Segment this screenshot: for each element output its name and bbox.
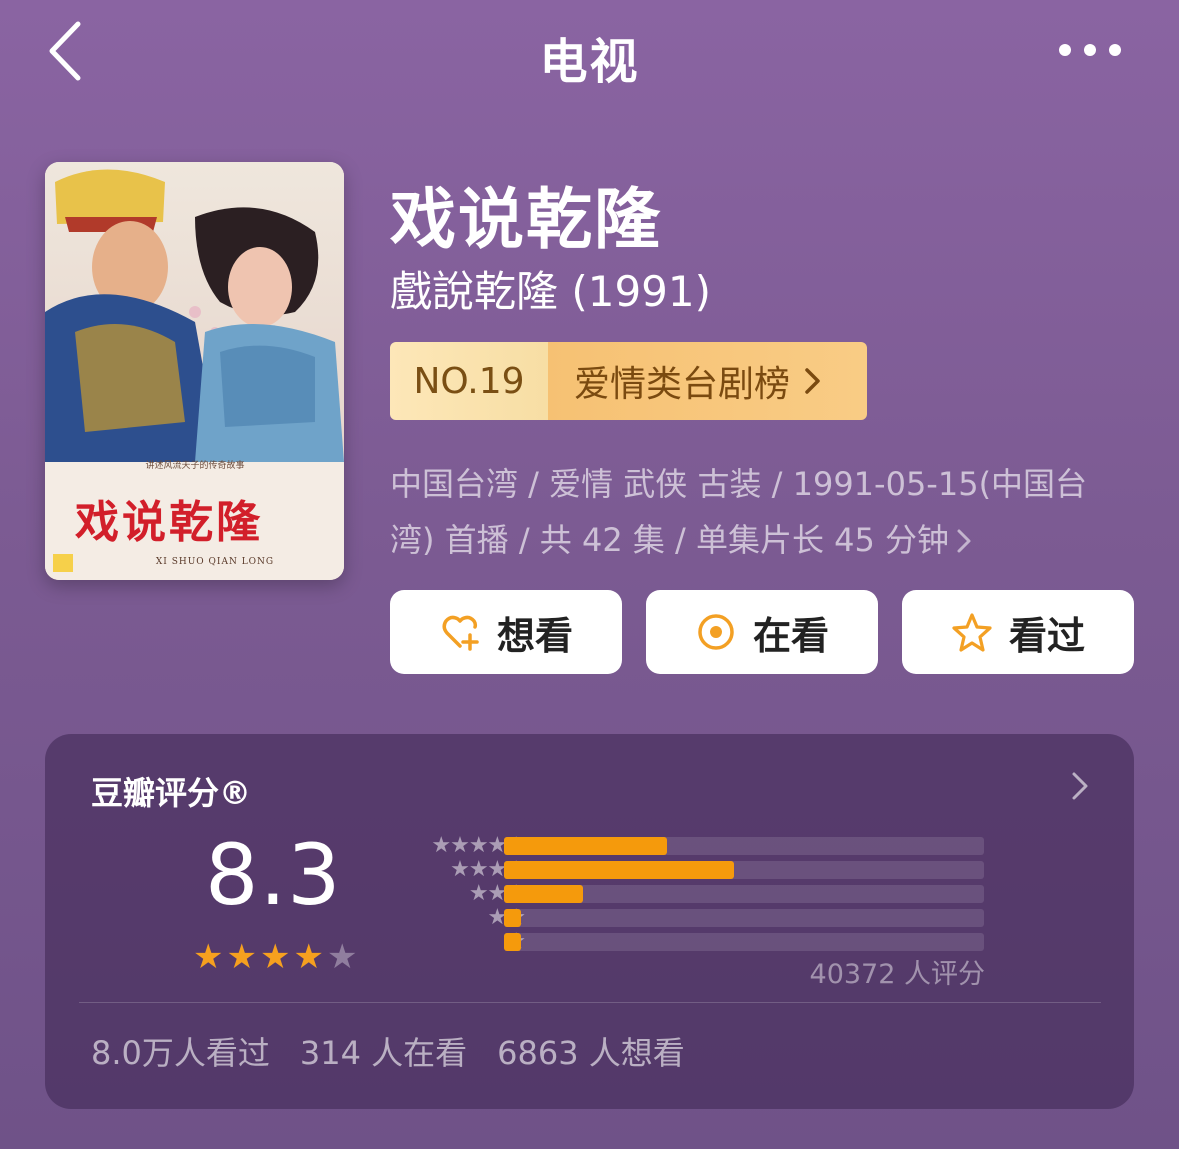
star-filled-icon: ★ bbox=[293, 937, 324, 977]
rank-list-link[interactable]: 爱情类台剧榜 bbox=[548, 342, 867, 420]
distribution-bar-track bbox=[504, 885, 984, 903]
distribution-bar-fill bbox=[504, 909, 521, 927]
distribution-bar-fill bbox=[504, 933, 521, 951]
rating-card[interactable]: 豆瓣评分® 8.3 ★★★★★ ★★★★★★★★★★★★★★★ 40372 人评… bbox=[45, 734, 1134, 1109]
watching-count: 314 人在看 bbox=[299, 1034, 468, 1072]
distribution-bar-track bbox=[504, 837, 984, 855]
meta-text: 中国台湾 / 爱情 武侠 古装 / 1991-05-15(中国台湾) 首播 / … bbox=[390, 465, 1088, 559]
watched-count: 8.0万人看过 bbox=[91, 1034, 270, 1072]
rating-count: 40372 人评分 bbox=[809, 959, 985, 990]
rating-label: 豆瓣评分® bbox=[91, 774, 252, 812]
rating-distribution: ★★★★★★★★★★★★★★★ bbox=[383, 834, 1043, 954]
movie-title: 戏说乾隆 bbox=[390, 181, 662, 258]
watched-label: 看过 bbox=[1008, 613, 1085, 658]
star-empty-icon: ★ bbox=[326, 937, 358, 977]
chevron-right-icon bbox=[1072, 772, 1088, 800]
rating-score: 8.3 bbox=[205, 826, 342, 924]
chevron-right-icon bbox=[955, 512, 973, 568]
distribution-bar-fill bbox=[504, 837, 668, 855]
star-outline-icon bbox=[952, 613, 992, 652]
rating-stars: ★ ★ ★ ★ ★ bbox=[193, 940, 357, 974]
watching-label: 在看 bbox=[752, 613, 829, 658]
want-to-watch-label: 想看 bbox=[496, 613, 573, 658]
distribution-bar-track bbox=[504, 933, 984, 951]
distribution-row: ★★★★★ bbox=[383, 834, 1043, 858]
ranking-badge[interactable]: NO.19 爱情类台剧榜 bbox=[390, 342, 867, 420]
want-to-watch-button[interactable]: 想看 bbox=[390, 590, 622, 674]
more-dots-icon bbox=[1059, 44, 1071, 56]
page-title: 电视 bbox=[539, 34, 640, 90]
target-circle-icon bbox=[698, 614, 734, 650]
poster-subtitle: XI SHUO QIAN LONG bbox=[156, 557, 274, 567]
heart-plus-icon bbox=[442, 615, 479, 651]
chevron-right-icon bbox=[805, 368, 820, 394]
poster-artwork: 讲述风流天子的传奇故事 戏说乾隆 XI SHUO QIAN LONG bbox=[45, 162, 344, 580]
watch-stats: 8.0万人看过 314 人在看 6863 人想看 bbox=[91, 1028, 685, 1074]
watched-button[interactable]: 看过 bbox=[902, 590, 1134, 674]
distribution-row: ★★ bbox=[383, 906, 1043, 930]
divider bbox=[79, 1002, 1101, 1003]
distribution-row: ★★★ bbox=[383, 882, 1043, 906]
rank-list-label: 爱情类台剧榜 bbox=[574, 364, 791, 405]
action-buttons: 想看 在看 看过 bbox=[390, 590, 1134, 674]
distribution-bar-track bbox=[504, 909, 984, 927]
star-filled-icon: ★ bbox=[259, 937, 291, 977]
distribution-bar-fill bbox=[504, 885, 584, 903]
svg-text:讲述风流天子的传奇故事: 讲述风流天子的传奇故事 bbox=[145, 459, 244, 471]
distribution-row: ★ bbox=[383, 930, 1043, 954]
rank-number: NO.19 bbox=[390, 342, 548, 420]
watching-button[interactable]: 在看 bbox=[646, 590, 878, 674]
top-bar: 电视 bbox=[0, 0, 1179, 110]
want-count: 6863 人想看 bbox=[497, 1034, 685, 1072]
more-button[interactable] bbox=[1050, 30, 1130, 70]
original-title: 戲說乾隆 (1991) bbox=[390, 267, 712, 316]
distribution-bar-fill bbox=[504, 861, 735, 879]
movie-meta[interactable]: 中国台湾 / 爱情 武侠 古装 / 1991-05-15(中国台湾) 首播 / … bbox=[390, 456, 1130, 568]
rating-detail-arrow[interactable] bbox=[1065, 766, 1095, 806]
star-filled-icon: ★ bbox=[226, 937, 257, 977]
distribution-row: ★★★★ bbox=[383, 858, 1043, 882]
distribution-bar-track bbox=[504, 861, 984, 879]
poster-image[interactable]: 讲述风流天子的传奇故事 戏说乾隆 XI SHUO QIAN LONG bbox=[45, 162, 344, 580]
star-filled-icon: ★ bbox=[193, 937, 224, 977]
poster-title: 戏说乾隆 bbox=[75, 497, 263, 548]
